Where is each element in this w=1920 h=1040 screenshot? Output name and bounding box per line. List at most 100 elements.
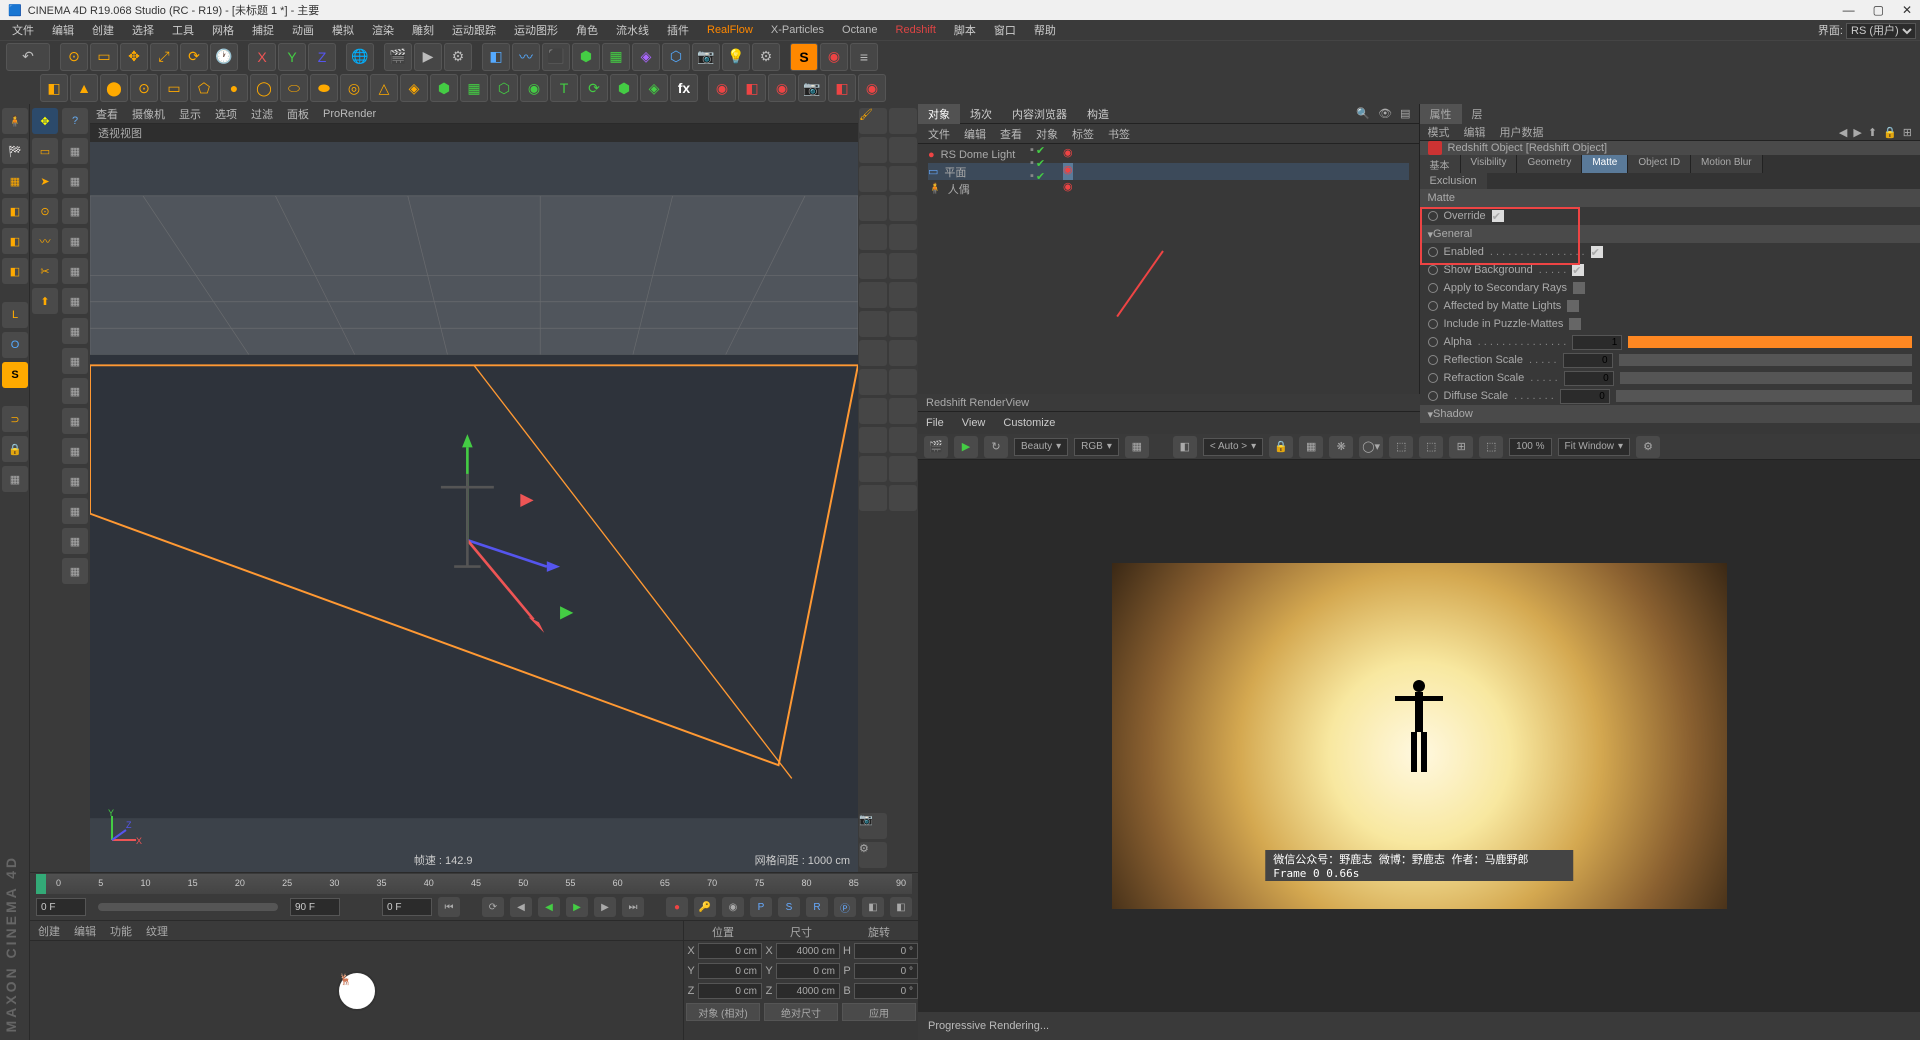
rotate-button[interactable]: ⟳ — [180, 43, 208, 71]
render-settings-button[interactable]: ⚙ — [444, 43, 472, 71]
menu-render[interactable]: 渲染 — [364, 20, 402, 40]
key-r-button[interactable]: R — [806, 897, 828, 917]
rv-snap4-button[interactable]: ⬚ — [1479, 436, 1503, 458]
vp-menu-filter[interactable]: 过滤 — [251, 106, 273, 122]
menu-plugin[interactable]: 插件 — [659, 20, 697, 40]
sr2-3[interactable] — [889, 166, 917, 192]
key-opt1-button[interactable]: ◧ — [862, 897, 884, 917]
select-tool[interactable]: ▭ — [32, 138, 58, 164]
grid11[interactable]: ▦ — [62, 408, 88, 434]
rv-zoom-field[interactable]: 100 % — [1509, 438, 1551, 456]
vp-menu-panel[interactable]: 面板 — [287, 106, 309, 122]
rot-p[interactable]: 0 ° — [854, 963, 918, 979]
current-frame-field[interactable] — [382, 898, 432, 916]
attr-section-general[interactable]: ▾ General — [1420, 225, 1920, 243]
x-axis-button[interactable]: X — [248, 43, 276, 71]
palette-btn-last[interactable]: ▦ — [2, 466, 28, 492]
rv-refresh-button[interactable]: ↻ — [984, 436, 1008, 458]
attr-diffscale[interactable]: Diffuse Scale . . . . . . . — [1420, 387, 1920, 405]
attr-section-shadow[interactable]: ▾ Shadow — [1420, 405, 1920, 423]
mograph-8[interactable]: ◈ — [640, 74, 668, 102]
sr2-1[interactable] — [889, 108, 917, 134]
menu-redshift[interactable]: Redshift — [888, 22, 944, 38]
primitive-platonic[interactable]: ◈ — [400, 74, 428, 102]
grid16[interactable]: ▦ — [62, 558, 88, 584]
grid15[interactable]: ▦ — [62, 528, 88, 554]
record-button[interactable]: ● — [666, 897, 688, 917]
rv-crop-button[interactable]: ◧ — [1173, 436, 1197, 458]
menu-mograph[interactable]: 运动图形 — [506, 20, 566, 40]
size-y[interactable]: 0 cm — [776, 963, 840, 979]
attr-nav-new-icon[interactable]: ⊞ — [1903, 126, 1912, 139]
om-menu-bookmarks[interactable]: 书签 — [1108, 126, 1130, 142]
knife-tool[interactable]: ✂ — [32, 258, 58, 284]
rot-b[interactable]: 0 ° — [854, 983, 918, 999]
primitive-tube[interactable]: ◎ — [340, 74, 368, 102]
sr-2[interactable] — [859, 137, 887, 163]
coord-size-button[interactable]: 绝对尺寸 — [764, 1003, 838, 1021]
om-menu-edit[interactable]: 编辑 — [964, 126, 986, 142]
menu-pipeline[interactable]: 流水线 — [608, 20, 657, 40]
range-slider[interactable] — [98, 903, 278, 911]
arrow-tool[interactable]: ➤ — [32, 168, 58, 194]
attr-refrscale[interactable]: Refraction Scale . . . . . — [1420, 369, 1920, 387]
rect-sel-button[interactable]: ▭ — [90, 43, 118, 71]
palette-btn-cube[interactable]: ◧ — [2, 198, 28, 224]
om-tab-takes[interactable]: 场次 — [960, 104, 1002, 124]
environment-button[interactable]: ⬡ — [662, 43, 690, 71]
attr-tab2-vis[interactable]: Visibility — [1461, 155, 1518, 173]
sr2-10[interactable] — [889, 369, 917, 395]
sr-3[interactable] — [859, 166, 887, 192]
render-view[interactable]: 微信公众号：野鹿志 微博：野鹿志 作者：马鹿野郎 Frame 0 0.66s — [918, 460, 1920, 1012]
spline-button[interactable]: 〰 — [512, 43, 540, 71]
grid12[interactable]: ▦ — [62, 438, 88, 464]
coord-mode-button[interactable]: 对象 (相对) — [686, 1003, 760, 1021]
scale-button[interactable]: ⤢ — [150, 43, 178, 71]
sr-4[interactable] — [859, 195, 887, 221]
attr-alpha[interactable]: Alpha . . . . . . . . . . . . . . . — [1420, 333, 1920, 351]
goto-start-button[interactable]: ⏮ — [438, 897, 460, 917]
primitive-disc[interactable]: ⊙ — [130, 74, 158, 102]
range-end-field[interactable] — [290, 898, 340, 916]
attr-tab2-basic[interactable]: 基本 — [1420, 155, 1461, 173]
puzzle-checkbox[interactable] — [1569, 318, 1581, 330]
om-eye-icon[interactable]: 👁 — [1378, 107, 1392, 120]
range-start-field[interactable] — [36, 898, 86, 916]
sr-5[interactable] — [859, 224, 887, 250]
sr-brush[interactable]: 🖌 — [859, 108, 887, 134]
mograph-5[interactable]: T — [550, 74, 578, 102]
attr-puzzle[interactable]: Include in Puzzle-Mattes — [1420, 315, 1920, 333]
grid9[interactable]: ▦ — [62, 348, 88, 374]
grid3[interactable]: ▦ — [62, 168, 88, 194]
attr-nav-up-icon[interactable]: ⬆ — [1868, 126, 1877, 139]
rs-light3[interactable]: ◉ — [768, 74, 796, 102]
key-pos-button[interactable]: ◉ — [722, 897, 744, 917]
attr-menu-edit[interactable]: 编辑 — [1464, 124, 1486, 140]
attr-reflscale[interactable]: Reflection Scale . . . . . — [1420, 351, 1920, 369]
menu-snap[interactable]: 捕捉 — [244, 20, 282, 40]
om-tags[interactable]: ◉ ◉ ◉ — [1063, 146, 1073, 197]
refr-field[interactable] — [1564, 371, 1614, 386]
coord-sys-button[interactable]: 🌐 — [346, 43, 374, 71]
viewport[interactable]: YXZ 帧速 : 142.9 网格间距 : 1000 cm — [90, 142, 858, 872]
sr2-2[interactable] — [889, 137, 917, 163]
om-search-icon[interactable]: 🔍 — [1356, 107, 1370, 120]
sr2-11[interactable] — [889, 398, 917, 424]
rs-light4[interactable]: 📷 — [798, 74, 826, 102]
refl-slider[interactable] — [1619, 354, 1912, 366]
attr-enabled[interactable]: Enabled . . . . . . . . . . . . . . . .✔ — [1420, 243, 1920, 261]
sr2-7[interactable] — [889, 282, 917, 308]
attr-tab2-matte[interactable]: Matte — [1582, 155, 1628, 173]
matpanel-create[interactable]: 创建 — [38, 923, 60, 939]
rv-menu-view[interactable]: View — [962, 417, 986, 429]
rs-light2[interactable]: ◧ — [738, 74, 766, 102]
attr-tab2-objid[interactable]: Object ID — [1628, 155, 1691, 173]
rs-light5[interactable]: ◧ — [828, 74, 856, 102]
om-menu-file[interactable]: 文件 — [928, 126, 950, 142]
sr2-14[interactable] — [889, 485, 917, 511]
grid7[interactable]: ▦ — [62, 288, 88, 314]
om-tab-browser[interactable]: 内容浏览器 — [1002, 104, 1077, 124]
diff-field[interactable] — [1560, 389, 1610, 404]
rv-lock-button[interactable]: 🔒 — [1269, 436, 1293, 458]
rv-snap3-button[interactable]: ⊞ — [1449, 436, 1473, 458]
